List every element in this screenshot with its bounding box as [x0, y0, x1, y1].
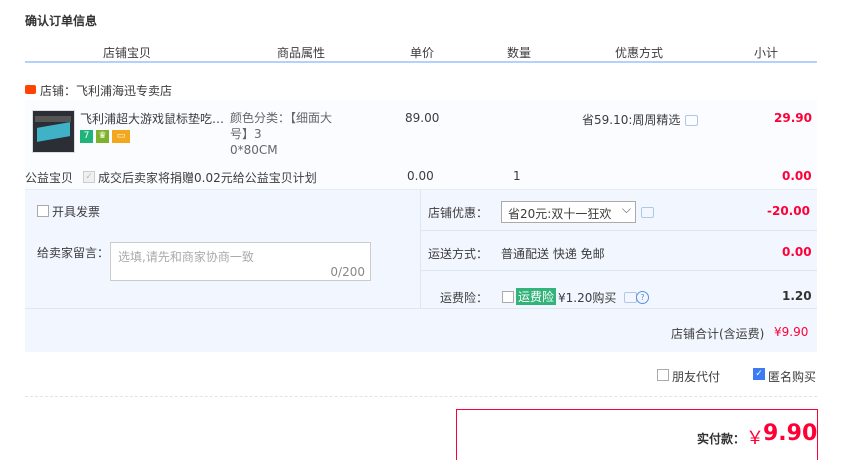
- insurance-value: 1.20: [782, 289, 812, 303]
- row-divider: [420, 270, 817, 271]
- shop-discount-select[interactable]: 省20元:双十一狂欢 ⌵: [501, 201, 636, 223]
- column-header-subtotal: 小计: [754, 46, 779, 60]
- column-header-item: 店铺宝贝: [103, 46, 152, 60]
- product-properties: 颜色分类：【细面大号】3 0*80CM: [230, 110, 348, 158]
- discount-info-icon[interactable]: [641, 207, 654, 218]
- friend-pay-label[interactable]: 朋友代付: [672, 368, 720, 385]
- product-name[interactable]: 飞利浦超大游戏鼠标垫吃…: [80, 110, 225, 127]
- column-header-price: 单价: [410, 46, 435, 60]
- item-subtotal: 29.90: [774, 111, 812, 125]
- charity-qty: 1: [513, 169, 521, 183]
- product-thumbnail[interactable]: [32, 110, 75, 153]
- row-divider: [420, 230, 817, 231]
- insurance-checkbox[interactable]: [502, 291, 514, 303]
- message-placeholder: 选填,请先和商家协商一致: [118, 250, 254, 264]
- panel-divider: [420, 190, 421, 308]
- charity-subtotal: 0.00: [782, 169, 812, 183]
- shipping-value: 0.00: [782, 245, 812, 259]
- charity-checkbox[interactable]: ✓: [83, 171, 95, 183]
- discount-text: 省59.10:周周精选: [582, 113, 681, 127]
- service-badge-guarantee-icon[interactable]: ♛: [96, 130, 109, 143]
- chevron-down-icon: ⌵: [621, 202, 631, 216]
- payment-label: 实付款：: [697, 432, 746, 446]
- column-header-discount: 优惠方式: [615, 46, 664, 60]
- insurance-price-text: ¥1.20购买: [558, 291, 617, 305]
- discount-info-icon[interactable]: [685, 115, 698, 126]
- page-title: 确认订单信息: [25, 14, 98, 28]
- product-property-line: 0*80CM: [230, 143, 278, 157]
- service-badge-7day-icon[interactable]: 7: [80, 130, 93, 143]
- shop-discount-selected: 省20元:双十一狂欢: [508, 207, 612, 221]
- anonymous-checkbox[interactable]: ✓: [753, 368, 765, 380]
- unit-price: 89.00: [405, 111, 440, 125]
- product-property-line: 颜色分类：【细面大号】3: [230, 111, 333, 141]
- shop-name[interactable]: 店铺：飞利浦海迅专卖店: [40, 82, 172, 99]
- row-divider: [25, 308, 817, 309]
- dashed-divider: [25, 396, 817, 397]
- invoice-label[interactable]: 开具发票: [52, 203, 100, 220]
- header-divider: [25, 61, 817, 63]
- invoice-checkbox[interactable]: [37, 205, 49, 217]
- anonymous-label[interactable]: 匿名购买: [768, 368, 816, 385]
- payment-currency: ￥: [746, 428, 764, 449]
- shop-total-label: 店铺合计(含运费): [671, 327, 765, 341]
- charity-price: 0.00: [407, 169, 434, 183]
- shop-discount-label: 店铺优惠：: [428, 206, 489, 220]
- tmall-shop-icon: [25, 85, 36, 94]
- friend-pay-checkbox[interactable]: [657, 369, 669, 381]
- shipping-method: 普通配送 快递 免邮: [501, 247, 605, 261]
- shop-total-value: ¥9.90: [774, 325, 809, 339]
- payment-amount: 9.90: [763, 421, 818, 446]
- charity-label: 公益宝贝: [25, 171, 74, 185]
- message-counter: 0/200: [330, 265, 365, 279]
- shop-discount-value: -20.00: [767, 204, 810, 218]
- shipping-label: 运送方式：: [428, 247, 489, 261]
- help-icon[interactable]: ?: [636, 291, 649, 304]
- insurance-tag: 运费险: [516, 288, 557, 305]
- message-textarea[interactable]: 选填,请先和商家协商一致 0/200: [110, 242, 371, 281]
- service-badge-card-icon[interactable]: ▭: [112, 130, 130, 143]
- message-label: 给卖家留言：: [37, 246, 110, 260]
- column-header-props: 商品属性: [277, 46, 326, 60]
- insurance-label: 运费险：: [440, 291, 489, 305]
- charity-text: 成交后卖家将捐赠0.02元给公益宝贝计划: [98, 171, 317, 185]
- column-header-qty: 数量: [507, 46, 532, 60]
